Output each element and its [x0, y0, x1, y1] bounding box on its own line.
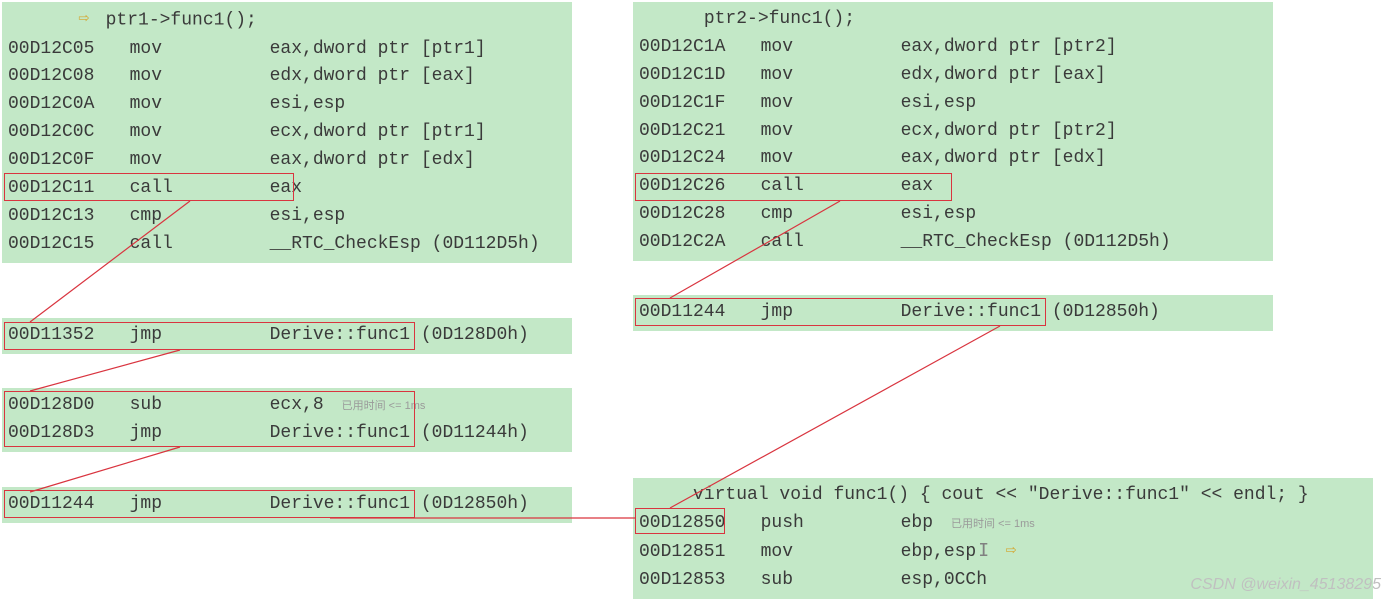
- disasm-row: 00D12C2A call__RTC_CheckEsp (0D112D5h): [639, 229, 1267, 257]
- disasm-row: 00D12851 movebp,esp𝙸 ⇨: [639, 538, 1367, 568]
- disasm-row: 00D12C1F movesi,esp: [639, 90, 1267, 118]
- disasm-row: 00D12C11 calleax: [8, 175, 566, 203]
- disasm-row: 00D12C26 calleax: [639, 173, 1267, 201]
- source-line: virtual void func1() { cout << "Derive::…: [639, 482, 1367, 510]
- disasm-row: 00D12C0F moveax,dword ptr [edx]: [8, 147, 566, 175]
- text-cursor-icon: 𝙸: [978, 539, 989, 567]
- current-line-arrow-icon: ⇨: [73, 6, 95, 34]
- disasm-row: 00D12C0A movesi,esp: [8, 91, 566, 119]
- disasm-row: 00D12C24 moveax,dword ptr [edx]: [639, 145, 1267, 173]
- disasm-row: 00D128D3 jmpDerive::func1 (0D11244h): [8, 420, 566, 448]
- disasm-row: 00D12C1D movedx,dword ptr [eax]: [639, 62, 1267, 90]
- disasm-row: 00D12C05 moveax,dword ptr [ptr1]: [8, 36, 566, 64]
- disasm-row: 00D12C13 cmpesi,esp: [8, 203, 566, 231]
- disasm-row: 00D12C08 movedx,dword ptr [eax]: [8, 63, 566, 91]
- disasm-row: 00D128D0 subecx,8已用时间 <= 1ms: [8, 392, 566, 420]
- disasm-block-left-main: ⇨ ptr1->func1(); 00D12C05 moveax,dword p…: [2, 2, 572, 263]
- timing-hint: 已用时间 <= 1ms: [342, 398, 426, 415]
- disasm-row: 00D12C28 cmpesi,esp: [639, 201, 1267, 229]
- disasm-block-right-jmp1: 00D11244 jmpDerive::func1 (0D12850h): [633, 295, 1273, 331]
- disasm-row: 00D12C15 call__RTC_CheckEsp (0D112D5h): [8, 231, 566, 259]
- disasm-block-left-jmp2: 00D128D0 subecx,8已用时间 <= 1ms 00D128D3 jm…: [2, 388, 572, 452]
- timing-hint: 已用时间 <= 1ms: [951, 516, 1035, 533]
- disasm-row: 00D11244 jmpDerive::func1 (0D12850h): [639, 299, 1267, 327]
- disasm-block-left-jmp3: 00D11244 jmpDerive::func1 (0D12850h): [2, 487, 572, 523]
- source-line: ⇨ ptr1->func1();: [8, 6, 566, 36]
- disasm-block-left-jmp1: 00D11352 jmpDerive::func1 (0D128D0h): [2, 318, 572, 354]
- disasm-row: 00D11352 jmpDerive::func1 (0D128D0h): [8, 322, 566, 350]
- source-line: ptr2->func1();: [639, 6, 1267, 34]
- current-line-arrow-icon: ⇨: [1000, 538, 1022, 566]
- disasm-row: 00D12850 pushebp已用时间 <= 1ms: [639, 510, 1367, 538]
- disasm-block-right-main: ptr2->func1(); 00D12C1A moveax,dword ptr…: [633, 2, 1273, 261]
- disasm-row: 00D11244 jmpDerive::func1 (0D12850h): [8, 491, 566, 519]
- watermark-text: CSDN @weixin_45138295: [1190, 576, 1381, 594]
- disasm-row: 00D12C1A moveax,dword ptr [ptr2]: [639, 34, 1267, 62]
- disasm-row: 00D12C0C movecx,dword ptr [ptr1]: [8, 119, 566, 147]
- disasm-row: 00D12C21 movecx,dword ptr [ptr2]: [639, 118, 1267, 146]
